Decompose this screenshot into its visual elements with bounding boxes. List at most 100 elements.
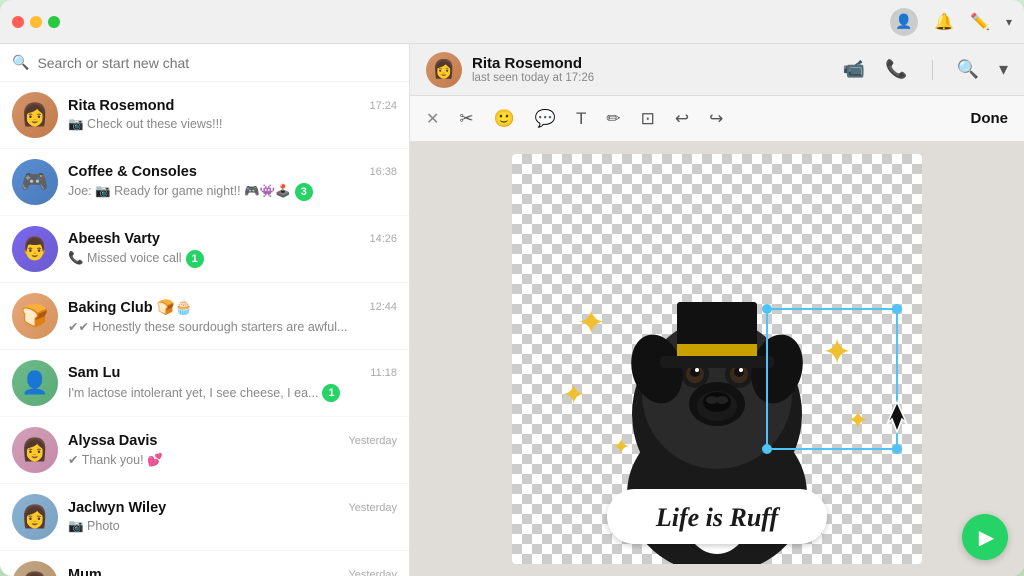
preview-text: I'm lactose intolerant yet, I see cheese… [68, 386, 318, 400]
chat-name: Rita Rosemond [68, 98, 174, 114]
editor-close-icon[interactable]: ✕ [426, 109, 439, 129]
voice-call-icon[interactable]: 📞 [885, 59, 907, 80]
chat-time: 17:24 [369, 100, 397, 112]
new-chat-icon[interactable]: ✏️ [970, 12, 990, 32]
preview-text: 📞 Missed voice call [68, 251, 182, 266]
title-bar: 👤 🔔 ✏️ ▾ [0, 0, 1024, 44]
avatar: 🍞 [12, 293, 58, 339]
sticker-canvas: ✦ ✦ ✦ ✦ ✦ [512, 154, 922, 564]
chat-time: Yesterday [348, 502, 397, 514]
sticker-editor: ✦ ✦ ✦ ✦ ✦ [410, 142, 1024, 576]
menu-chevron-icon[interactable]: ▾ [1006, 15, 1012, 29]
maximize-button[interactable] [48, 16, 60, 28]
chat-item-coffee[interactable]: 🎮 Coffee & Consoles 16:38 Joe: 📷 Ready f… [0, 149, 409, 216]
avatar-emoji: 🎮 [21, 169, 48, 195]
text-icon[interactable]: T [576, 109, 586, 129]
undo-icon[interactable]: ↩ [675, 109, 689, 129]
chat-time: Yesterday [348, 569, 397, 576]
chat-item-header: Coffee & Consoles 16:38 [68, 164, 397, 180]
more-options-icon[interactable]: ▾ [999, 59, 1008, 80]
avatar: 🎮 [12, 159, 58, 205]
chat-item-header: Sam Lu 11:18 [68, 365, 397, 381]
avatar: 👩 [12, 561, 58, 576]
chat-preview: ✔✔ Honestly these sourdough starters are… [68, 319, 397, 334]
chat-item-sam[interactable]: 👤 Sam Lu 11:18 I'm lactose intolerant ye… [0, 350, 409, 417]
chat-info: Mum Yesterday ✔ Night, love you too xx [68, 567, 397, 576]
avatar-emoji: 👨 [21, 236, 48, 262]
sparkle-left-bottom: ✦ [562, 379, 585, 410]
emoji-icon[interactable]: 🙂 [494, 109, 515, 129]
chat-item-header: Abeesh Varty 14:26 [68, 231, 397, 247]
sparkle-left-top: ✦ [577, 304, 606, 342]
profile-avatar[interactable]: 👤 [890, 8, 918, 36]
avatar: 👩 [12, 427, 58, 473]
preview-text: ✔ Thank you! 💕 [68, 452, 163, 468]
avatar-emoji: 👤 [21, 370, 48, 396]
preview-text: Joe: 📷 Ready for game night!! 🎮👾🕹️ [68, 184, 291, 199]
chat-item-abeesh[interactable]: 👨 Abeesh Varty 14:26 📞 Missed voice call… [0, 216, 409, 283]
toolbar-divider [932, 60, 933, 80]
draw-icon[interactable]: ✏ [606, 109, 620, 129]
chat-item-header: Jaclwyn Wiley Yesterday [68, 500, 397, 516]
minimize-button[interactable] [30, 16, 42, 28]
chat-info: Baking Club 🍞🧁 12:44 ✔✔ Honestly these s… [68, 299, 397, 334]
avatar-icon: 👤 [895, 13, 912, 30]
preview-text: 📷 Check out these views!!! [68, 117, 223, 132]
search-icon: 🔍 [12, 54, 29, 71]
traffic-lights [12, 16, 60, 28]
avatar-emoji: 👩 [21, 437, 48, 463]
search-input[interactable] [37, 55, 397, 71]
chat-header-bar: 👩 Rita Rosemond last seen today at 17:26… [410, 44, 1024, 96]
chat-name: Abeesh Varty [68, 231, 160, 247]
chat-name: Alyssa Davis [68, 433, 157, 449]
crop-icon[interactable]: ⊡ [641, 109, 655, 129]
contact-info: Rita Rosemond last seen today at 17:26 [472, 55, 833, 84]
caption-icon[interactable]: 💬 [535, 109, 556, 129]
svg-text:Life is Ruff: Life is Ruff [655, 503, 781, 532]
chat-preview: 📞 Missed voice call 1 [68, 250, 397, 268]
chat-preview: Joe: 📷 Ready for game night!! 🎮👾🕹️ 3 [68, 183, 397, 201]
titlebar-icons: 🔔 ✏️ ▾ [934, 12, 1012, 32]
contact-avatar: 👩 [426, 52, 462, 88]
chat-list: 👩 Rita Rosemond 17:24 📷 Check out these … [0, 82, 409, 576]
contact-name: Rita Rosemond [472, 55, 833, 72]
notifications-icon[interactable]: 🔔 [934, 12, 954, 32]
preview-text: 📷 Photo [68, 519, 120, 534]
avatar: 👨 [12, 226, 58, 272]
chat-item-alyssa[interactable]: 👩 Alyssa Davis Yesterday ✔ Thank you! 💕 [0, 417, 409, 484]
avatar: 👩 [12, 92, 58, 138]
chat-item-mum[interactable]: 👩 Mum Yesterday ✔ Night, love you too xx [0, 551, 409, 576]
chat-name: Mum [68, 567, 102, 576]
close-button[interactable] [12, 16, 24, 28]
chat-item-header: Alyssa Davis Yesterday [68, 433, 397, 449]
chat-preview: I'm lactose intolerant yet, I see cheese… [68, 384, 397, 402]
avatar-emoji: 👩 [21, 504, 48, 530]
send-button[interactable]: ▶ [962, 514, 1008, 560]
editor-toolbar: ✕ ✂ 🙂 💬 T ✏ ⊡ ↩ ↪ Done [410, 96, 1024, 142]
sticker-image: ✦ ✦ ✦ ✦ ✦ [512, 154, 922, 564]
contact-status: last seen today at 17:26 [472, 72, 833, 84]
scissors-icon[interactable]: ✂ [459, 109, 473, 129]
chat-area: 👩 Rita Rosemond last seen today at 17:26… [410, 44, 1024, 576]
avatar-emoji: 👩 [21, 102, 48, 128]
chat-name: Coffee & Consoles [68, 164, 197, 180]
chat-search-icon[interactable]: 🔍 [957, 59, 979, 80]
chat-item-header: Mum Yesterday [68, 567, 397, 576]
chat-item-rita[interactable]: 👩 Rita Rosemond 17:24 📷 Check out these … [0, 82, 409, 149]
app-window: 👤 🔔 ✏️ ▾ 🔍 👩 Rita Rosemond 17: [0, 0, 1024, 576]
chat-info: Rita Rosemond 17:24 📷 Check out these vi… [68, 98, 397, 132]
search-bar: 🔍 [0, 44, 409, 82]
redo-icon[interactable]: ↪ [709, 109, 723, 129]
chat-item-baking[interactable]: 🍞 Baking Club 🍞🧁 12:44 ✔✔ Honestly these… [0, 283, 409, 350]
chat-info: Jaclwyn Wiley Yesterday 📷 Photo [68, 500, 397, 534]
chat-info: Alyssa Davis Yesterday ✔ Thank you! 💕 [68, 433, 397, 468]
chat-item-header: Rita Rosemond 17:24 [68, 98, 397, 114]
avatar: 👤 [12, 360, 58, 406]
done-button[interactable]: Done [971, 110, 1009, 127]
avatar-emoji: 👩 [21, 571, 48, 576]
chat-item-jaclwyn[interactable]: 👩 Jaclwyn Wiley Yesterday 📷 Photo [0, 484, 409, 551]
chat-name: Jaclwyn Wiley [68, 500, 166, 516]
chat-info: Sam Lu 11:18 I'm lactose intolerant yet,… [68, 365, 397, 402]
chat-name: Baking Club 🍞🧁 [68, 299, 193, 316]
video-call-icon[interactable]: 📹 [843, 59, 865, 80]
